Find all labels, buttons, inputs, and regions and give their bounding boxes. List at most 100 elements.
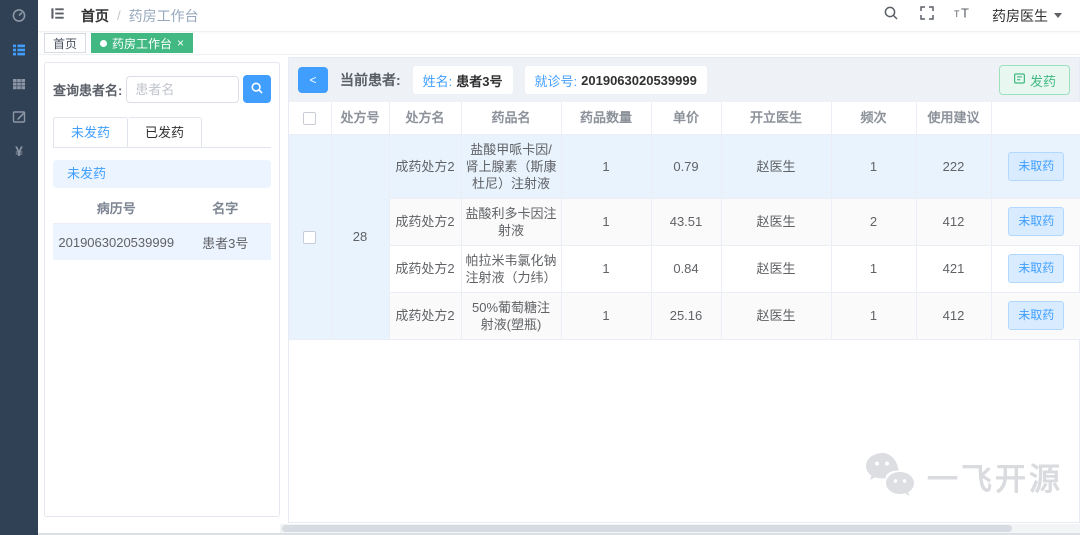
patient-list: 病历号 名字 2019063020539999 患者3号 [53, 192, 271, 260]
unit-price: 0.79 [651, 134, 722, 199]
prescription-name: 成药处方2 [389, 245, 462, 293]
frequency: 1 [831, 245, 917, 293]
page-content: 查询患者名: 未发药 已发药 未发药 病历号 名字 20190630205399… [38, 55, 1080, 535]
patient-name: 患者3号 [202, 235, 249, 251]
header-search-button[interactable] [878, 3, 904, 29]
usage-advice: 421 [916, 245, 992, 293]
dispense-status-tabs: 未发药 已发药 [53, 117, 271, 148]
dispense-button[interactable]: 发药 [998, 65, 1070, 95]
table-row[interactable]: 成药处方2 帕拉米韦氯化钠注射液（力纬） 1 0.84 赵医生 1 421 未取… [289, 245, 1080, 293]
unit-price: 0.84 [651, 245, 722, 293]
dispense-icon [1013, 72, 1026, 88]
table-row[interactable]: 成药处方2 50%葡萄糖注射液(塑瓶) 1 25.16 赵医生 1 412 未取… [289, 292, 1080, 340]
doctor: 赵医生 [721, 245, 832, 293]
frequency: 1 [831, 134, 917, 199]
svg-text:T: T [961, 6, 969, 21]
col-drug-name: 药品名 [461, 102, 562, 135]
chevron-down-icon [1054, 13, 1062, 18]
breadcrumb-home[interactable]: 首页 [81, 6, 109, 26]
scrollbar-thumb[interactable] [282, 525, 1012, 532]
dashboard-icon [11, 7, 27, 23]
drug-table: 处方号 处方名 药品名 药品数量 单价 开立医生 频次 使用建议 28 成药处方… [289, 102, 1080, 340]
doctor: 赵医生 [721, 292, 832, 340]
patient-list-item[interactable]: 2019063020539999 患者3号 [53, 224, 271, 260]
font-size-icon: TT [954, 5, 972, 26]
col-prescription-no: 处方号 [331, 102, 390, 135]
watermark-text: 一飞开源 [927, 462, 1063, 497]
name-value: 患者3号 [456, 73, 503, 89]
hamburger-icon [50, 6, 65, 26]
col-doctor: 开立医生 [721, 102, 832, 135]
sidebar-item-worklist[interactable] [0, 35, 38, 65]
tab-not-dispensed[interactable]: 未发药 [53, 117, 129, 147]
form-icon [11, 109, 27, 125]
patient-name-box: 姓名: 患者3号 [412, 66, 513, 94]
breadcrumb-separator: / [117, 8, 121, 23]
usage-advice: 412 [916, 198, 992, 246]
patient-search-row: 查询患者名: [53, 75, 271, 103]
usage-advice: 412 [916, 292, 992, 340]
visit-value: 2019063020539999 [581, 72, 697, 88]
close-icon[interactable]: × [177, 37, 184, 49]
current-patient-label: 当前患者: [340, 72, 401, 88]
drug-quantity: 1 [561, 198, 652, 246]
tab-dispensed[interactable]: 已发药 [128, 117, 203, 147]
patient-list-header: 病历号 名字 [53, 192, 271, 224]
doctor: 赵医生 [721, 198, 832, 246]
drug-table-header-row: 处方号 处方名 药品名 药品数量 单价 开立医生 频次 使用建议 [289, 102, 1080, 135]
drug-name: 帕拉米韦氯化钠注射液（力纬） [461, 245, 562, 293]
user-dropdown[interactable]: 药房医生 [992, 6, 1062, 26]
patient-search-label: 查询患者名: [53, 82, 123, 98]
col-quantity: 药品数量 [561, 102, 652, 135]
unit-price: 43.51 [651, 198, 722, 246]
status-badge[interactable]: 未取药 [1008, 207, 1065, 236]
status-badge[interactable]: 未取药 [1008, 254, 1065, 283]
col-frequency: 频次 [831, 102, 917, 135]
collapse-left-button[interactable]: < [298, 67, 328, 93]
sidebar-item-table[interactable] [0, 69, 38, 99]
sidebar-item-money[interactable]: ¥ [0, 136, 38, 166]
tag-pharmacy-workbench[interactable]: 药房工作台 × [91, 33, 194, 53]
font-size-button[interactable]: TT [950, 3, 976, 29]
row-checkbox[interactable] [303, 231, 317, 245]
list-icon [11, 42, 27, 58]
table-row[interactable]: 28 成药处方2 盐酸甲哌卡因/肾上腺素（斯康杜尼）注射液 1 0.79 赵医生… [289, 134, 1080, 340]
visit-label: 就诊号: [534, 73, 578, 89]
fullscreen-button[interactable] [914, 3, 940, 29]
tag-label: 药房工作台 [112, 36, 173, 51]
col-usage-advice: 使用建议 [916, 102, 992, 135]
usage-advice: 222 [916, 134, 992, 199]
wechat-logo-icon [863, 451, 917, 502]
frequency: 1 [831, 292, 917, 340]
tags-view-bar: 首页 药房工作台 × [38, 32, 1080, 55]
sidebar-item-dashboard[interactable] [0, 0, 38, 30]
search-icon [250, 81, 264, 98]
visit-no-box: 就诊号: 2019063020539999 [524, 66, 707, 94]
drug-quantity: 1 [561, 245, 652, 293]
name-header: 名字 [212, 201, 239, 216]
record-no-header: 病历号 [96, 201, 136, 216]
table-row[interactable]: 成药处方2 盐酸利多卡因注射液 1 43.51 赵医生 2 412 未取药 [289, 198, 1080, 246]
select-all-checkbox[interactable] [303, 112, 317, 126]
patient-record-no: 2019063020539999 [58, 234, 175, 250]
svg-text:T: T [954, 9, 960, 19]
prescription-name: 成药处方2 [389, 292, 462, 340]
patient-search-button[interactable] [243, 75, 271, 103]
not-dispensed-alert: 未发药 [53, 160, 271, 188]
doctor: 赵医生 [721, 134, 832, 199]
sidebar-item-form[interactable] [0, 102, 38, 132]
tag-home[interactable]: 首页 [44, 33, 87, 53]
prescription-toolbar: < 当前患者: 姓名: 患者3号 就诊号: 2019063020539999 发… [289, 58, 1079, 102]
watermark: 一飞开源 [863, 451, 1063, 502]
active-dot-icon [100, 39, 108, 47]
status-badge[interactable]: 未取药 [1008, 301, 1065, 330]
frequency: 2 [831, 198, 917, 246]
horizontal-scrollbar[interactable] [280, 524, 1080, 533]
sidebar-toggle-button[interactable] [38, 0, 77, 32]
fullscreen-icon [919, 5, 935, 26]
drug-name: 50%葡萄糖注射液(塑瓶) [461, 292, 562, 340]
top-navbar: 首页 / 药房工作台 TT 药房医生 [38, 0, 1080, 32]
status-badge[interactable]: 未取药 [1008, 151, 1065, 181]
patient-search-input[interactable] [126, 75, 240, 103]
drug-quantity: 1 [561, 134, 652, 199]
